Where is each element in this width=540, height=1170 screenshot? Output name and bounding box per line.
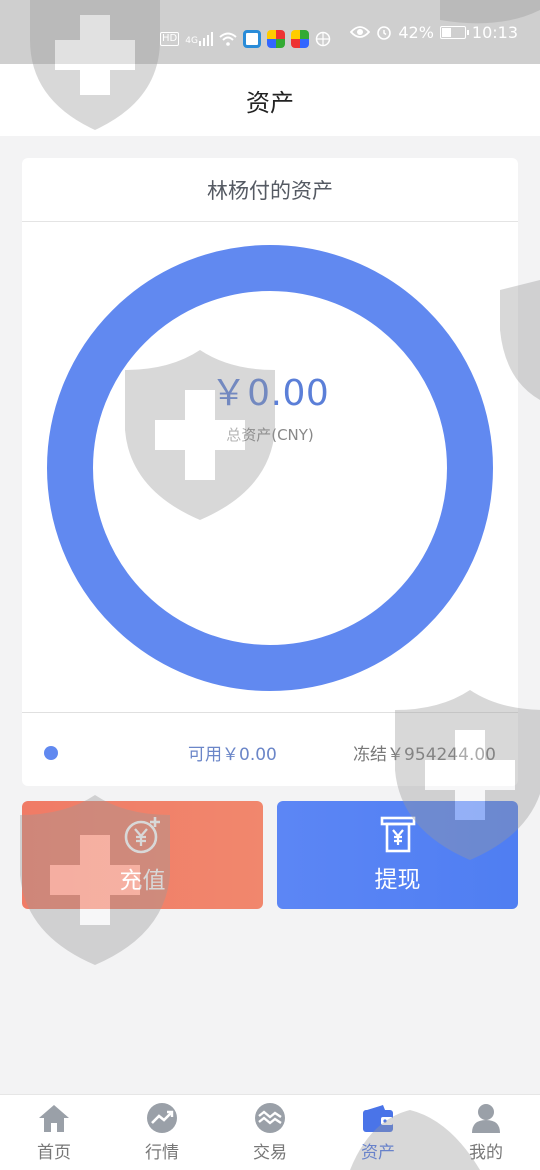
- legend-row: 可用￥0.00 冻结￥954244.00: [22, 714, 518, 786]
- divider: [22, 712, 518, 713]
- nav-label: 首页: [37, 1143, 71, 1163]
- nav-item-market[interactable]: 行情: [108, 1095, 216, 1170]
- globe-icon: [315, 31, 331, 47]
- card-title: 林杨付的资产: [22, 158, 518, 222]
- legend-dot: [44, 746, 58, 760]
- clock-time: 10:13: [471, 22, 518, 42]
- nav-item-profile[interactable]: 我的: [432, 1095, 540, 1170]
- signal-icon: 4G: [185, 32, 213, 46]
- nav-item-assets[interactable]: 资产: [324, 1095, 432, 1170]
- total-asset-label: 总资产(CNY): [226, 426, 314, 444]
- asset-ring: [47, 245, 493, 691]
- battery-percent: 42%: [398, 22, 434, 42]
- recharge-label: 充值: [119, 868, 166, 894]
- frozen-balance: 冻结￥954244.00: [353, 745, 496, 765]
- total-asset-value: ￥0.00: [210, 373, 330, 414]
- status-right: 42% 10:13: [350, 23, 518, 42]
- battery-icon: [439, 25, 469, 39]
- recharge-button[interactable]: 充值: [22, 801, 263, 909]
- trade-icon: [255, 1103, 285, 1133]
- withdraw-icon: [380, 816, 415, 853]
- recharge-icon: [124, 817, 160, 854]
- app-notification-icon: [290, 30, 309, 48]
- user-icon: [472, 1104, 500, 1133]
- ring-center: ￥0.00 总资产(CNY): [22, 364, 518, 445]
- nav-label: 行情: [145, 1143, 179, 1163]
- wallet-icon: [363, 1105, 393, 1132]
- asset-card: 林杨付的资产 ￥0.00 总资产(CNY) 可用￥0.00 冻结￥954244.…: [22, 158, 518, 786]
- app-notification-icon: [242, 30, 261, 48]
- app-notification-icon: [266, 30, 285, 48]
- market-trend-icon: [147, 1103, 177, 1133]
- page-title: 资产: [246, 88, 294, 117]
- status-left-icons: HD 4G: [160, 30, 331, 48]
- nav-item-trade[interactable]: 交易: [216, 1095, 324, 1170]
- eye-icon: [350, 26, 371, 38]
- nav-item-home[interactable]: 首页: [0, 1095, 108, 1170]
- home-icon: [39, 1105, 69, 1132]
- nav-label: 交易: [253, 1143, 287, 1163]
- bottom-nav: 首页 行情 交易 资产 我的: [0, 1094, 540, 1170]
- nav-label: 资产: [361, 1143, 395, 1163]
- available-balance: 可用￥0.00: [188, 745, 277, 765]
- withdraw-button[interactable]: 提现: [277, 801, 518, 909]
- app-header: 资产: [0, 64, 540, 136]
- network-type-label: 4G: [185, 36, 198, 46]
- status-bar: HD 4G 42% 10:13: [0, 0, 540, 64]
- alarm-icon: [377, 26, 392, 40]
- withdraw-label: 提现: [374, 867, 421, 893]
- hd-indicator: HD: [160, 32, 180, 46]
- asset-ring-chart: [22, 222, 518, 712]
- nav-label: 我的: [469, 1143, 503, 1163]
- wifi-icon: [219, 32, 237, 46]
